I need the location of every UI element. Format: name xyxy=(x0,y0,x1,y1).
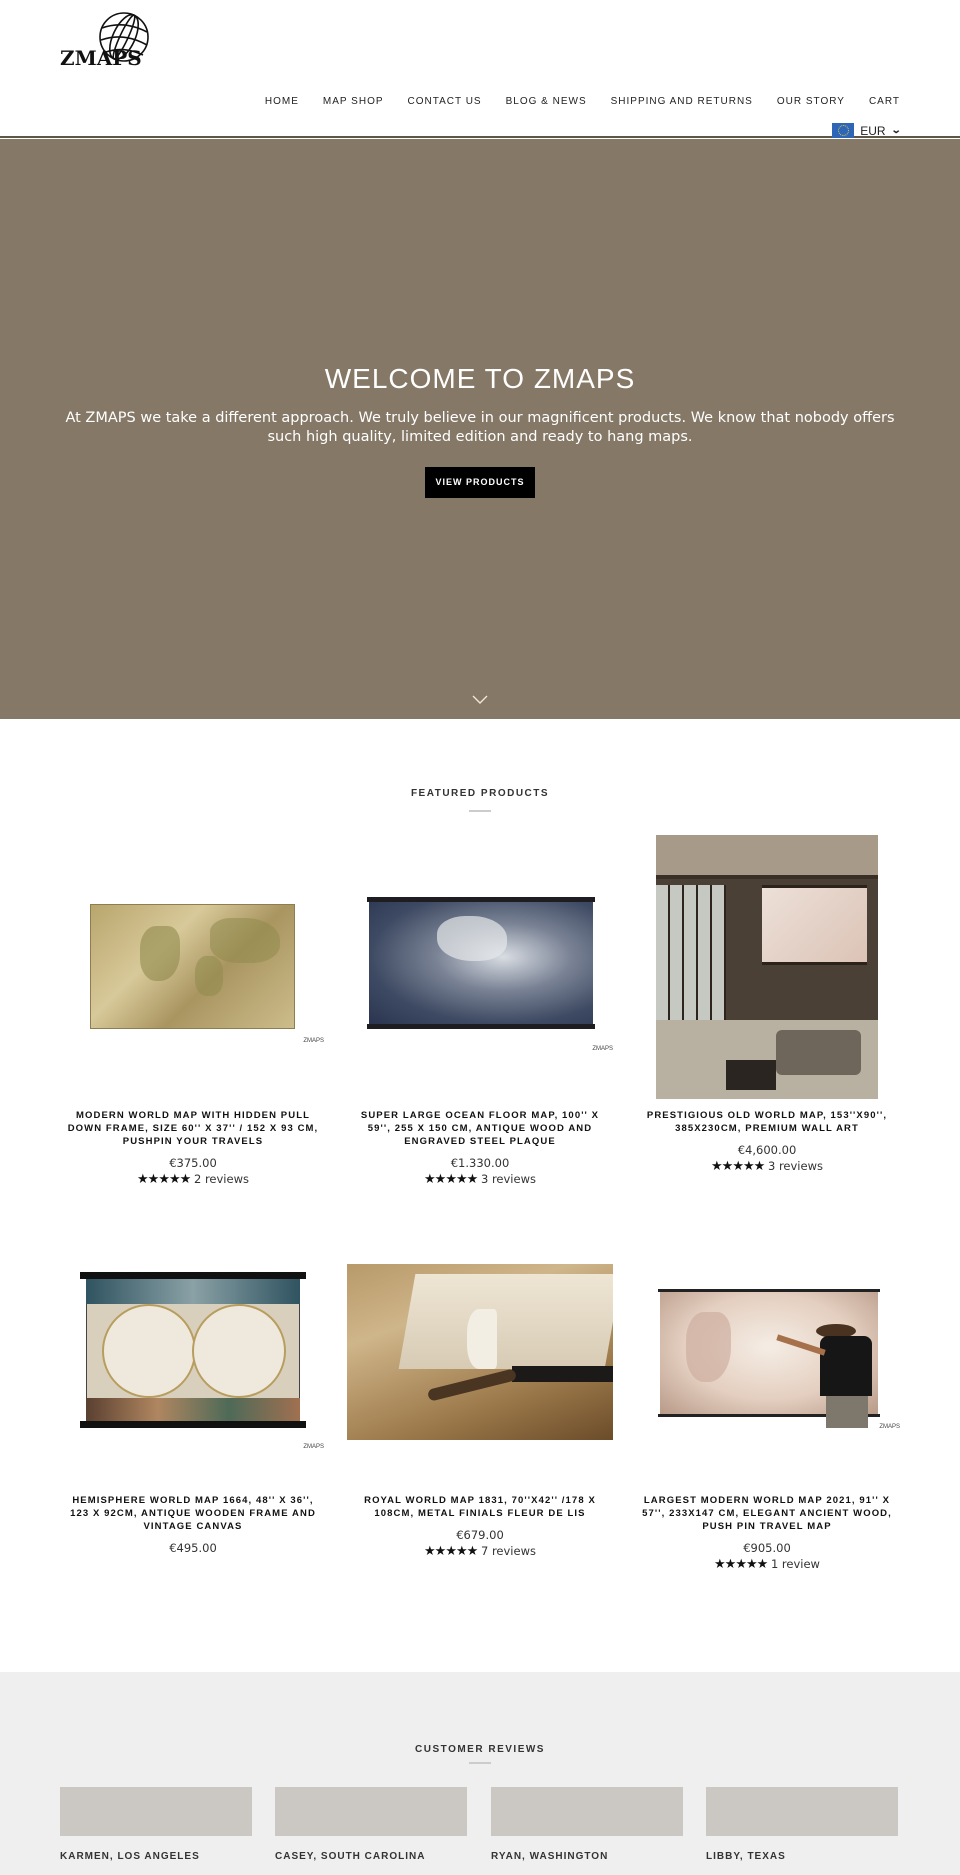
product-price: €679.00 xyxy=(456,1528,504,1542)
product-card[interactable]: HEMISPHERE WORLD MAP 1664, 48'' X 36'', … xyxy=(60,1494,326,1555)
review-count: 3 reviews xyxy=(480,1172,536,1186)
review-card: CASEY, SOUTH CAROLINA xyxy=(275,1787,467,1862)
featured-products-title: FEATURED PRODUCTS xyxy=(410,788,550,799)
product-price: €905.00 xyxy=(743,1541,791,1555)
star-rating-icon: ★★★★★ xyxy=(424,1172,478,1187)
reviewer-name: LIBBY, TEXAS xyxy=(706,1851,786,1862)
section-divider xyxy=(469,810,491,812)
nav-our-story[interactable]: OUR STORY xyxy=(777,96,845,107)
review-image-placeholder xyxy=(706,1787,898,1836)
view-products-button[interactable]: VIEW PRODUCTS xyxy=(425,467,535,498)
nav-contact-us[interactable]: CONTACT US xyxy=(408,96,482,107)
product-price: €375.00 xyxy=(169,1156,217,1170)
product-card[interactable]: ROYAL WORLD MAP 1831, 70''X42'' /178 X 1… xyxy=(347,1494,613,1559)
reviewer-name: RYAN, WASHINGTON xyxy=(491,1851,609,1862)
product-rating: ★★★★★ 7 reviews xyxy=(347,1544,613,1559)
product-title[interactable]: MODERN WORLD MAP WITH HIDDEN PULL DOWN F… xyxy=(60,1109,326,1148)
product-image-ocean-floor-map[interactable]: ZMAPS xyxy=(347,886,613,1056)
chevron-down-icon: ⌄ xyxy=(890,125,902,136)
zmaps-watermark: ZMAPS xyxy=(303,1444,324,1450)
hero-banner: WELCOME TO ZMAPS At ZMAPS we take a diff… xyxy=(0,139,960,719)
logo[interactable]: ZMAPS xyxy=(58,10,153,70)
review-card: KARMEN, LOS ANGELES xyxy=(60,1787,252,1862)
product-rating: ★★★★★ 3 reviews xyxy=(634,1159,900,1174)
reviewer-name: KARMEN, LOS ANGELES xyxy=(60,1851,200,1862)
zmaps-watermark: ZMAPS xyxy=(879,1424,900,1430)
product-card[interactable]: MODERN WORLD MAP WITH HIDDEN PULL DOWN F… xyxy=(60,1109,326,1187)
zmaps-watermark: ZMAPS xyxy=(303,1038,324,1044)
star-rating-icon: ★★★★★ xyxy=(137,1172,191,1187)
currency-code: EUR xyxy=(860,123,886,138)
review-image-placeholder xyxy=(491,1787,683,1836)
star-rating-icon: ★★★★★ xyxy=(714,1557,768,1572)
product-rating: ★★★★★ 1 review xyxy=(634,1557,900,1572)
site-header: ZMAPS HOME MAP SHOP CONTACT US BLOG & NE… xyxy=(0,0,960,138)
product-price: €1.330.00 xyxy=(450,1156,510,1170)
product-image-man-pointing-map[interactable]: ZMAPS xyxy=(636,1262,902,1452)
review-card: LIBBY, TEXAS xyxy=(706,1787,898,1862)
product-rating: ★★★★★ 2 reviews xyxy=(60,1172,326,1187)
nav-shipping-returns[interactable]: SHIPPING AND RETURNS xyxy=(611,96,753,107)
product-title[interactable]: PRESTIGIOUS OLD WORLD MAP, 153''X90'', 3… xyxy=(634,1109,900,1135)
product-title[interactable]: SUPER LARGE OCEAN FLOOR MAP, 100'' X 59'… xyxy=(347,1109,613,1148)
product-image-fleur-de-lis-finial[interactable] xyxy=(347,1264,613,1440)
review-count: 2 reviews xyxy=(193,1172,249,1186)
nav-blog-news[interactable]: BLOG & NEWS xyxy=(506,96,587,107)
chevron-down-icon[interactable] xyxy=(472,695,488,705)
section-divider xyxy=(469,1762,491,1764)
nav-cart[interactable]: CART xyxy=(869,96,900,107)
star-rating-icon: ★★★★★ xyxy=(424,1544,478,1559)
product-price: €4,600.00 xyxy=(737,1143,797,1157)
product-price: €495.00 xyxy=(169,1541,217,1555)
logo-text: ZMAPS xyxy=(60,46,142,70)
review-count: 7 reviews xyxy=(480,1544,536,1558)
eu-flag-icon xyxy=(832,123,855,138)
product-card[interactable]: SUPER LARGE OCEAN FLOOR MAP, 100'' X 59'… xyxy=(347,1109,613,1187)
product-title[interactable]: LARGEST MODERN WORLD MAP 2021, 91'' X 57… xyxy=(634,1494,900,1533)
review-image-placeholder xyxy=(275,1787,467,1836)
customer-reviews-title: CUSTOMER REVIEWS xyxy=(415,1744,545,1755)
product-card[interactable]: LARGEST MODERN WORLD MAP 2021, 91'' X 57… xyxy=(634,1494,900,1572)
hero-title: WELCOME TO ZMAPS xyxy=(324,363,636,394)
review-count: 1 review xyxy=(770,1557,820,1571)
hero-text: At ZMAPS we take a different approach. W… xyxy=(65,410,895,445)
product-image-hemisphere-map[interactable]: ZMAPS xyxy=(60,1262,326,1452)
product-card[interactable]: PRESTIGIOUS OLD WORLD MAP, 153''X90'', 3… xyxy=(634,1109,900,1174)
main-nav: HOME MAP SHOP CONTACT US BLOG & NEWS SHI… xyxy=(265,96,900,107)
review-image-placeholder xyxy=(60,1787,252,1836)
product-rating: ★★★★★ 3 reviews xyxy=(347,1172,613,1187)
reviewer-name: CASEY, SOUTH CAROLINA xyxy=(275,1851,426,1862)
nav-map-shop[interactable]: MAP SHOP xyxy=(323,96,384,107)
review-count: 3 reviews xyxy=(767,1159,823,1173)
product-title[interactable]: HEMISPHERE WORLD MAP 1664, 48'' X 36'', … xyxy=(60,1494,326,1533)
product-image-antique-world-map[interactable]: ZMAPS xyxy=(60,886,326,1048)
customer-reviews-section: CUSTOMER REVIEWS KARMEN, LOS ANGELES CAS… xyxy=(0,1672,960,1875)
product-title[interactable]: ROYAL WORLD MAP 1831, 70''X42'' /178 X 1… xyxy=(347,1494,613,1520)
zmaps-watermark: ZMAPS xyxy=(592,1046,613,1052)
star-rating-icon: ★★★★★ xyxy=(711,1159,765,1174)
currency-selector[interactable]: EUR ⌄ xyxy=(832,123,902,138)
review-card: RYAN, WASHINGTON xyxy=(491,1787,683,1862)
nav-home[interactable]: HOME xyxy=(265,96,299,107)
product-image-living-room-map[interactable] xyxy=(656,835,878,1099)
